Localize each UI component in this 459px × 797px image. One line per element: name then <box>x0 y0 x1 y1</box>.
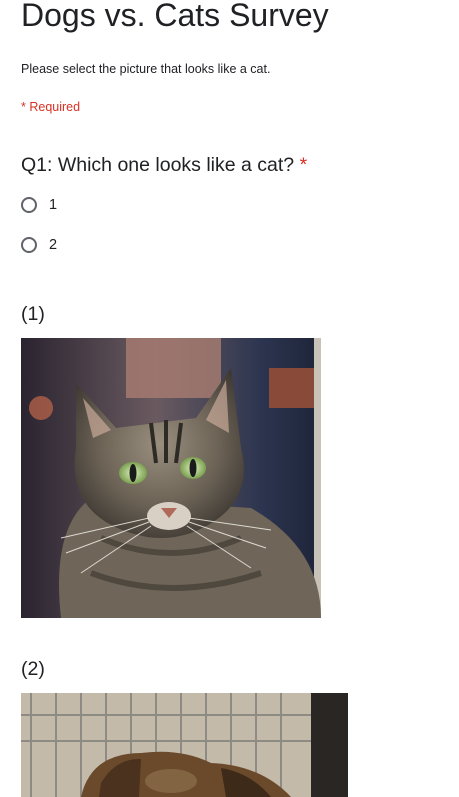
radio-circle-icon[interactable] <box>21 197 37 213</box>
dog-photo <box>21 693 348 797</box>
option-label: 2 <box>49 237 58 253</box>
image-caption-2: (2) <box>21 658 45 680</box>
form-description: Please select the picture that looks lik… <box>21 62 271 76</box>
radio-circle-icon[interactable] <box>21 237 37 253</box>
required-asterisk: * <box>299 154 308 176</box>
option-2[interactable]: 2 <box>21 234 57 256</box>
question-title: Q1: Which one looks like a cat? * <box>21 153 307 177</box>
question-text: Q1: Which one looks like a cat? <box>21 154 295 176</box>
required-note: * Required <box>21 100 81 114</box>
form-title: Dogs vs. Cats Survey <box>21 0 329 33</box>
option-label: 1 <box>49 197 58 213</box>
cat-photo <box>21 338 321 618</box>
option-1[interactable]: 1 <box>21 194 57 216</box>
survey-form: Dogs vs. Cats Survey Please select the p… <box>0 0 459 797</box>
image-caption-1: (1) <box>21 303 45 325</box>
